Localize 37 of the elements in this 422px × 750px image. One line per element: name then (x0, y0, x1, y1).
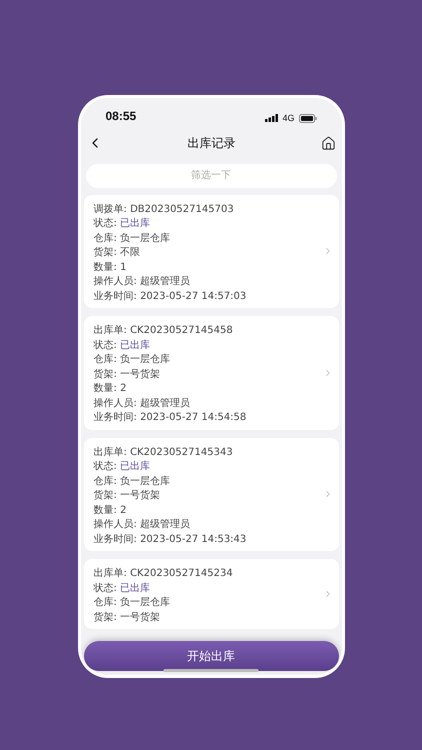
record-field: 操作人员: 超级管理员 (94, 396, 190, 411)
record-field: 出库单: CK20230527145458 (94, 324, 233, 338)
record-card[interactable]: 调拨单: DB20230527145703 状态: 已出库 仓库: 负一层仓库 货架: 不限 数量: 1 操作人员: 超级管理员 业务时间: 2023-05-27 14:57:03 (84, 194, 338, 308)
record-card[interactable]: 出库单: CK20230527145234 状态: 已出库 仓库: 负一层仓库 货架: 一号货架 (84, 559, 338, 629)
record-field: 货架: 一号货架 (94, 610, 160, 625)
record-field: 仓库: 负一层仓库 (94, 353, 170, 368)
record-field: 出库单: CK20230527145343 (94, 446, 233, 460)
network-label: 4G (282, 112, 294, 124)
record-field: 状态: 已出库 (94, 582, 150, 596)
record-field: 操作人员: 超级管理员 (94, 275, 190, 290)
record-card[interactable]: 出库单: CK20230527145343 状态: 已出库 仓库: 负一层仓库 货架: 一号货架 数量: 2 操作人员: 超级管理员 业务时间: 2023-05-27 14:53:43 (84, 438, 338, 551)
record-field: 货架: 不限 (94, 246, 140, 260)
filter-field[interactable]: 筛选一下 (86, 164, 336, 188)
record-card[interactable]: 出库单: CK20230527145458 状态: 已出库 仓库: 负一层仓库 货架: 一号货架 数量: 2 操作人员: 超级管理员 业务时间: 2023-05-27 14:54:58 (84, 316, 338, 430)
record-field: 货架: 一号货架 (94, 489, 160, 504)
home-icon[interactable] (320, 136, 336, 150)
record-field: 数量: 2 (94, 504, 126, 518)
signal-icon (265, 114, 278, 122)
record-field: 操作人员: 超级管理员 (94, 518, 190, 532)
record-field: 货架: 一号货架 (94, 368, 160, 382)
record-field: 业务时间: 2023-05-27 14:54:58 (94, 411, 246, 426)
record-field: 调拨单: DB20230527145703 (94, 202, 234, 217)
start-outbound-button[interactable]: 开始出库 (84, 641, 338, 671)
record-field: 状态: 已出库 (94, 460, 150, 474)
record-field: 状态: 已出库 (94, 217, 150, 232)
record-field: 仓库: 负一层仓库 (94, 474, 170, 489)
record-field: 业务时间: 2023-05-27 14:57:03 (94, 290, 246, 304)
page-title: 出库记录 (188, 135, 236, 152)
record-field: 状态: 已出库 (94, 338, 150, 353)
status-time: 08:55 (106, 108, 136, 125)
record-field: 数量: 2 (94, 382, 126, 396)
record-field: 数量: 1 (94, 260, 126, 275)
record-field: 仓库: 负一层仓库 (94, 596, 170, 610)
record-field: 出库单: CK20230527145234 (94, 567, 233, 582)
battery-icon (298, 114, 316, 123)
record-field: 仓库: 负一层仓库 (94, 232, 170, 246)
record-field: 业务时间: 2023-05-27 14:53:43 (94, 532, 246, 547)
